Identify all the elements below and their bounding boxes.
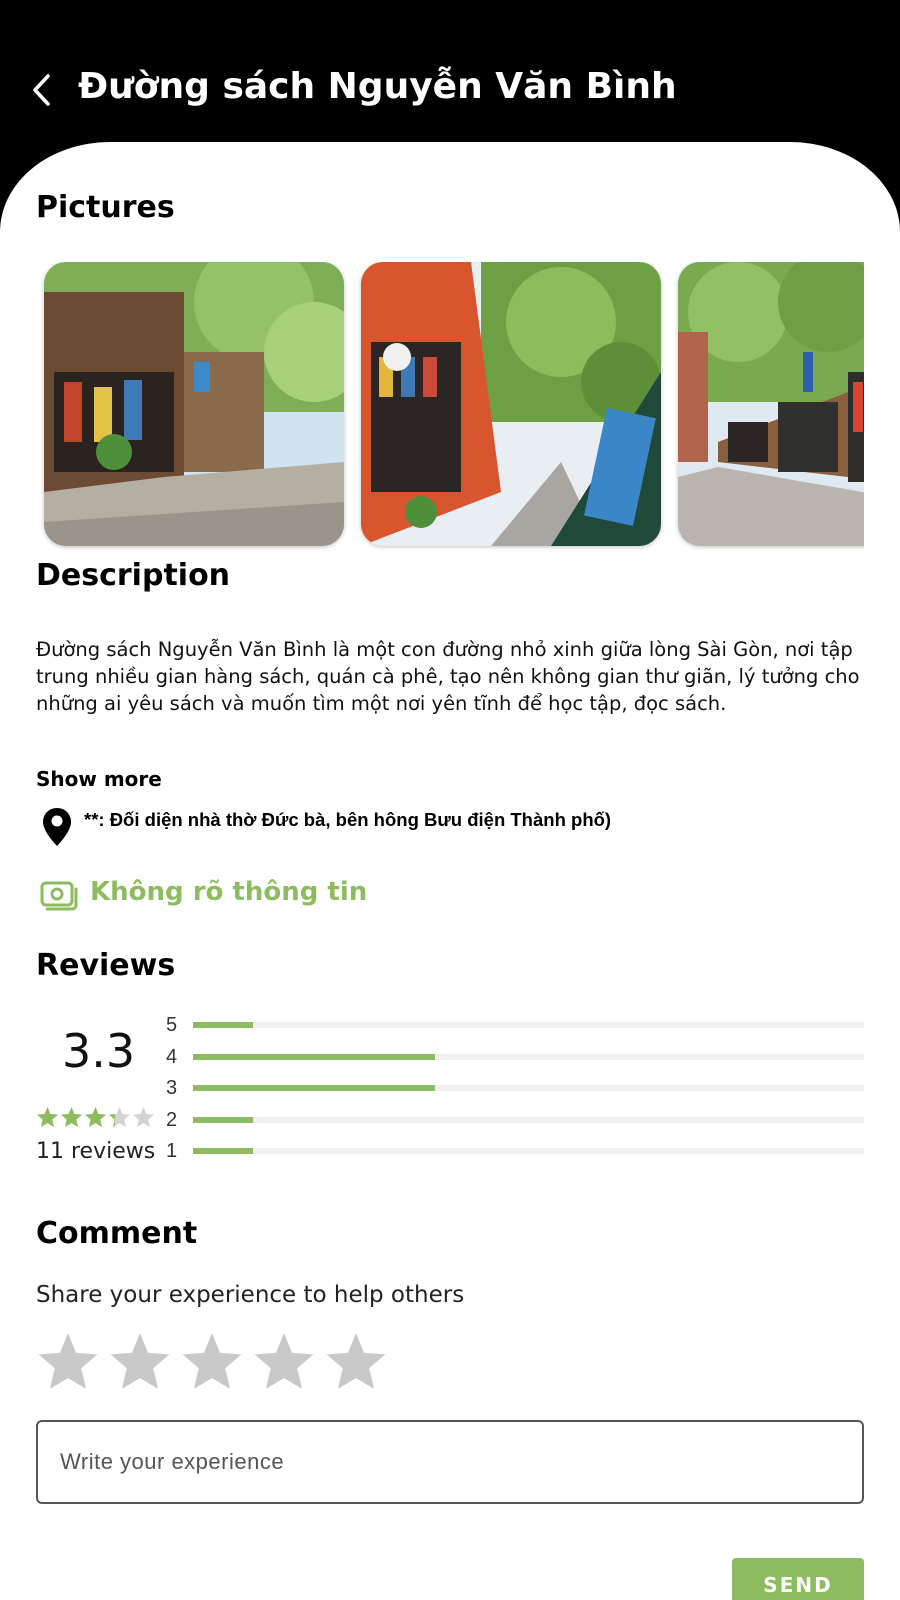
description-heading: Description bbox=[36, 558, 231, 593]
comment-heading: Comment bbox=[36, 1216, 198, 1251]
rating-bar-label: 1 bbox=[166, 1140, 178, 1162]
content-sheet: Pictures Description Đường sách Nguyễn V… bbox=[0, 142, 900, 1600]
review-count: 11 reviews bbox=[36, 1139, 156, 1164]
star-icon bbox=[108, 1106, 131, 1128]
average-rating: 3.3 bbox=[62, 1024, 136, 1078]
rating-bar-track bbox=[193, 1022, 864, 1028]
pictures-heading: Pictures bbox=[36, 190, 175, 225]
rating-input[interactable] bbox=[36, 1330, 388, 1392]
rating-bar-row: 5 bbox=[166, 1012, 864, 1044]
star-icon[interactable] bbox=[108, 1330, 172, 1392]
rating-bar-fill bbox=[193, 1085, 435, 1091]
gallery-photo[interactable] bbox=[678, 262, 864, 546]
rating-bar-label: 3 bbox=[166, 1077, 178, 1099]
rating-bar-row: 3 bbox=[166, 1075, 864, 1107]
star-icon[interactable] bbox=[252, 1330, 316, 1392]
price-text: Không rõ thông tin bbox=[90, 877, 368, 907]
map-pin-icon bbox=[43, 808, 71, 846]
rating-bar-fill bbox=[193, 1148, 254, 1154]
star-icon bbox=[132, 1106, 155, 1128]
description-text: Đường sách Nguyễn Văn Bình là một con đư… bbox=[36, 638, 860, 715]
rating-distribution: 5 4 3 2 1 bbox=[166, 1012, 864, 1170]
rating-bar-row: 1 bbox=[166, 1138, 864, 1170]
rating-bar-fill bbox=[193, 1116, 254, 1123]
rating-bar-track bbox=[193, 1053, 864, 1060]
rating-bar-fill bbox=[193, 1053, 435, 1060]
page-title: Đường sách Nguyễn Văn Bình bbox=[78, 66, 677, 107]
chevron-left-icon bbox=[33, 74, 50, 106]
back-button[interactable] bbox=[24, 70, 60, 110]
star-icon bbox=[60, 1106, 83, 1128]
rating-bar-track bbox=[193, 1148, 864, 1154]
reviews-heading: Reviews bbox=[36, 948, 176, 983]
rating-bar-label: 5 bbox=[166, 1014, 178, 1036]
star-icon[interactable] bbox=[36, 1330, 100, 1392]
money-icon bbox=[40, 881, 78, 911]
rating-bar-track bbox=[193, 1085, 864, 1091]
rating-bar-row: 2 bbox=[166, 1107, 864, 1139]
star-icon bbox=[36, 1106, 59, 1128]
app-header: Đường sách Nguyễn Văn Bình bbox=[0, 0, 900, 150]
rating-bar-track bbox=[193, 1116, 864, 1123]
send-button[interactable]: SEND bbox=[732, 1558, 864, 1600]
experience-input[interactable] bbox=[38, 1422, 862, 1502]
star-icon[interactable] bbox=[324, 1330, 388, 1392]
show-more-link[interactable]: Show more bbox=[36, 767, 162, 791]
picture-gallery[interactable] bbox=[36, 262, 864, 552]
gallery-photo[interactable] bbox=[44, 262, 344, 546]
rating-bar-fill bbox=[193, 1022, 254, 1028]
star-icon bbox=[84, 1106, 107, 1128]
address-text: **: Đối diện nhà thờ Đức bà, bên hông Bư… bbox=[84, 809, 612, 830]
rating-bar-label: 4 bbox=[166, 1045, 178, 1068]
average-stars bbox=[36, 1106, 155, 1128]
rating-bar-label: 2 bbox=[166, 1108, 178, 1131]
star-icon[interactable] bbox=[180, 1330, 244, 1392]
address-row: **: Đối diện nhà thờ Đức bà, bên hông Bư… bbox=[36, 807, 864, 853]
rating-bar-row: 4 bbox=[166, 1044, 864, 1076]
experience-input-box[interactable] bbox=[36, 1420, 864, 1504]
comment-subtitle: Share your experience to help others bbox=[36, 1282, 465, 1308]
gallery-photo[interactable] bbox=[361, 262, 661, 546]
